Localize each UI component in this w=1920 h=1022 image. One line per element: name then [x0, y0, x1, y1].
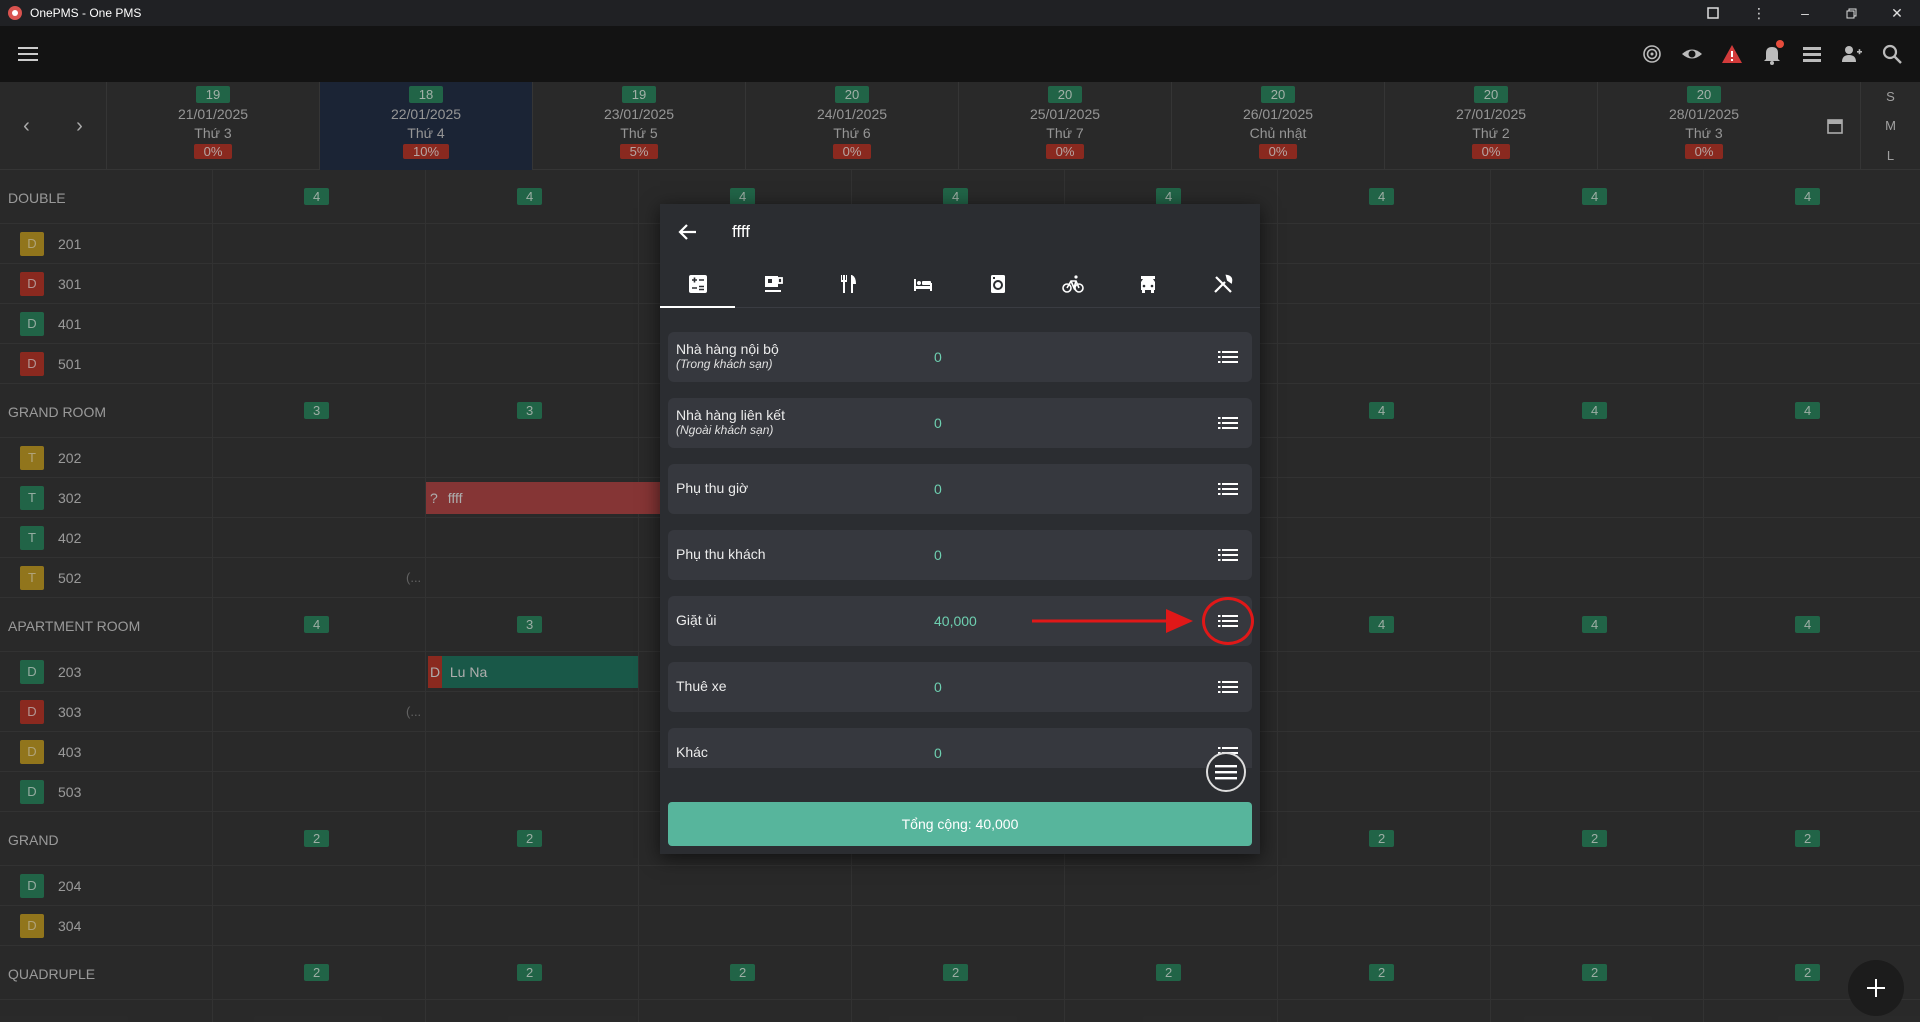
menu-fab-icon[interactable] [1206, 752, 1246, 792]
notification-bell-icon[interactable] [1752, 26, 1792, 82]
app-logo-icon [8, 6, 22, 20]
bed-icon[interactable] [885, 260, 960, 307]
add-booking-button[interactable] [1848, 960, 1904, 1016]
window-title-bar: OnePMS - One PMS ⋮ – ✕ [0, 0, 1920, 26]
service-item: Phụ thu giờ 0 [668, 464, 1252, 514]
service-amount: 0 [934, 481, 942, 497]
minimize-button[interactable]: – [1782, 0, 1828, 26]
service-amount: 0 [934, 745, 942, 761]
service-amount: 40,000 [934, 613, 977, 629]
laundry-icon[interactable] [960, 260, 1035, 307]
coffee-icon[interactable] [735, 260, 810, 307]
restore-button[interactable] [1828, 0, 1874, 26]
service-name: Phụ thu khách [676, 546, 766, 562]
car-icon[interactable] [1110, 260, 1185, 307]
more-vert-icon[interactable]: ⋮ [1736, 0, 1782, 26]
service-amount: 0 [934, 349, 942, 365]
notification-dot [1776, 40, 1784, 48]
annotation-circle [1202, 597, 1254, 645]
app-toolbar [0, 26, 1920, 82]
list-details-icon[interactable] [1216, 477, 1240, 501]
service-item-list: Nhà hàng nội bộ (Trong khách sạn) 0 Nhà … [668, 332, 1252, 768]
service-name: Nhà hàng liên kết [676, 407, 785, 423]
calculator-icon[interactable] [660, 260, 735, 308]
list-details-icon[interactable] [1216, 345, 1240, 369]
service-name: Phụ thu giờ [676, 480, 749, 496]
service-item: Khác 0 [668, 728, 1252, 768]
service-tabs [660, 260, 1260, 308]
extensions-icon[interactable] [1690, 0, 1736, 26]
service-amount: 0 [934, 415, 942, 431]
service-name: Giặt ủi [676, 612, 717, 628]
list-details-icon[interactable] [1216, 543, 1240, 567]
warning-icon[interactable] [1712, 26, 1752, 82]
service-name: Khác [676, 744, 708, 760]
service-item: Phụ thu khách 0 [668, 530, 1252, 580]
list-details-icon[interactable] [1216, 411, 1240, 435]
bicycle-icon[interactable] [1035, 260, 1110, 307]
service-amount: 0 [934, 547, 942, 563]
close-button[interactable]: ✕ [1874, 0, 1920, 26]
add-user-icon[interactable] [1832, 26, 1872, 82]
service-amount: 0 [934, 679, 942, 695]
hamburger-menu-icon[interactable] [0, 26, 56, 82]
fingerprint-icon[interactable] [1632, 26, 1672, 82]
list-view-icon[interactable] [1792, 26, 1832, 82]
service-subtitle: (Trong khách sạn) [676, 357, 773, 371]
dialog-header: ffff [660, 204, 1260, 260]
window-title: OnePMS - One PMS [30, 6, 142, 20]
service-name: Thuê xe [676, 678, 727, 694]
list-details-icon[interactable] [1216, 675, 1240, 699]
service-subtitle: (Ngoài khách sạn) [676, 423, 774, 437]
search-icon[interactable] [1872, 26, 1912, 82]
service-charges-dialog: ffff Nhà hàng nội bộ (Trong khách sạn) 0… [660, 204, 1260, 854]
total-button[interactable]: Tổng cộng: 40,000 [668, 802, 1252, 846]
restaurant-icon[interactable] [810, 260, 885, 307]
service-item: Nhà hàng liên kết (Ngoài khách sạn) 0 [668, 398, 1252, 448]
service-item: Thuê xe 0 [668, 662, 1252, 712]
service-name: Nhà hàng nội bộ [676, 341, 779, 357]
eye-icon[interactable] [1672, 26, 1712, 82]
service-item: Nhà hàng nội bộ (Trong khách sạn) 0 [668, 332, 1252, 382]
tools-icon[interactable] [1185, 260, 1260, 307]
annotation-arrow-icon [1032, 609, 1193, 633]
dialog-title: ffff [732, 222, 750, 241]
back-arrow-icon[interactable] [678, 220, 702, 244]
